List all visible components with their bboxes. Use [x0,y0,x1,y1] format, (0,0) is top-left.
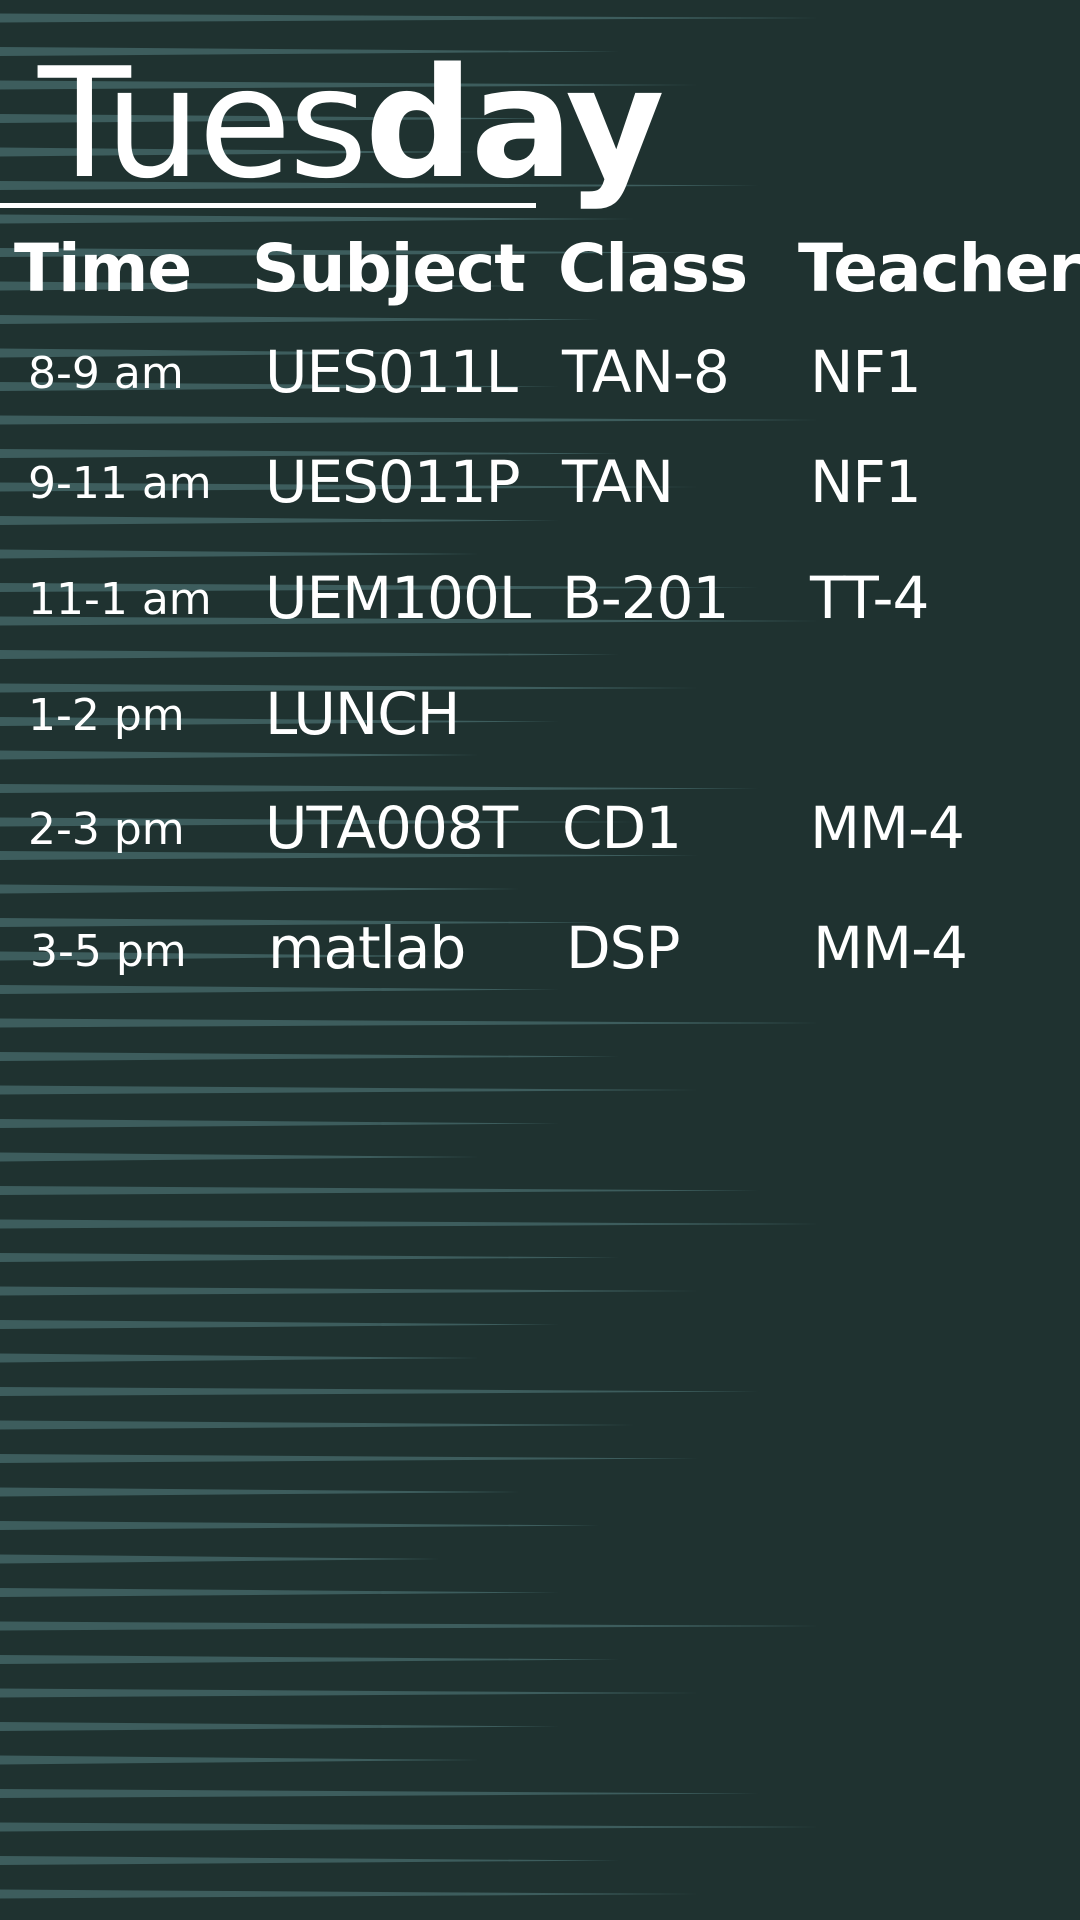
background-stripe [0,1755,480,1765]
title-light-part: Tues [38,35,368,212]
row-5-class: CD1 [562,794,682,862]
background-stripe [0,1521,600,1530]
row-3-teacher: TT-4 [810,564,929,632]
title-underline [0,203,536,208]
background-stripe [0,415,820,425]
title-bold-part: day [364,35,665,212]
row-3-subject: UEM100L [265,564,531,632]
background-stripe [0,1655,620,1664]
row-5-time: 2-3 pm [28,804,185,855]
background-stripe [0,1554,440,1564]
background-stripe [0,516,560,525]
background-stripe [0,1353,480,1363]
row-3-class: B-201 [562,564,729,632]
row-2-time: 9-11 am [28,458,212,509]
background-stripe [0,1822,820,1832]
row-6-subject: matlab [268,914,466,982]
row-3-time: 11-1 am [28,574,212,625]
background-stripe [0,1286,700,1296]
background-stripe [0,1856,620,1865]
header-time: Time [14,230,192,307]
row-6-time: 3-5 pm [30,926,187,977]
header-teacher: Teacher [798,230,1080,307]
background-stripe [0,1219,820,1229]
row-5-teacher: MM-4 [810,794,965,862]
background-stripe [0,1387,760,1396]
header-class: Class [558,230,748,307]
background-stripe [0,1588,560,1597]
row-2-teacher: NF1 [810,448,922,516]
background-stripe [0,1889,700,1899]
row-1-teacher: NF1 [810,338,922,406]
background-stripe [0,13,820,23]
background-stripe [0,985,560,994]
row-6-teacher: MM-4 [813,914,968,982]
background-stripe [0,1722,560,1731]
background-stripe [0,1688,700,1698]
background-stripe [0,549,480,559]
background-stripe [0,884,520,894]
row-2-class: TAN [562,448,674,516]
background-stripe [0,1420,640,1430]
page-title: Tuesday [38,48,665,200]
background-stripe [0,1454,700,1463]
background-stripe [0,214,640,224]
background-stripe [0,1320,560,1329]
background-stripe [0,1789,760,1798]
row-1-time: 8-9 am [28,348,184,399]
background-stripe [0,750,480,760]
background-stripe [0,1253,620,1262]
background-stripe [0,315,600,324]
background-stripe [0,1119,560,1128]
row-4-time: 1-2 pm [28,690,185,741]
background-stripe [0,1186,760,1195]
background-stripe [0,1018,820,1028]
background-stripe [0,1621,820,1631]
background-stripe [0,1487,520,1497]
row-6-class: DSP [566,914,680,982]
background-stripe [0,784,760,793]
row-2-subject: UES011P [265,448,521,516]
background-stripe [0,1085,700,1095]
row-5-subject: UTA008T [265,794,518,862]
header-subject: Subject [252,230,526,307]
background-stripe [0,650,620,659]
row-1-class: TAN-8 [562,338,730,406]
background-stripe [0,1052,620,1061]
row-1-subject: UES011L [265,338,518,406]
background-stripe [0,1152,480,1162]
row-4-subject: LUNCH [265,680,460,748]
